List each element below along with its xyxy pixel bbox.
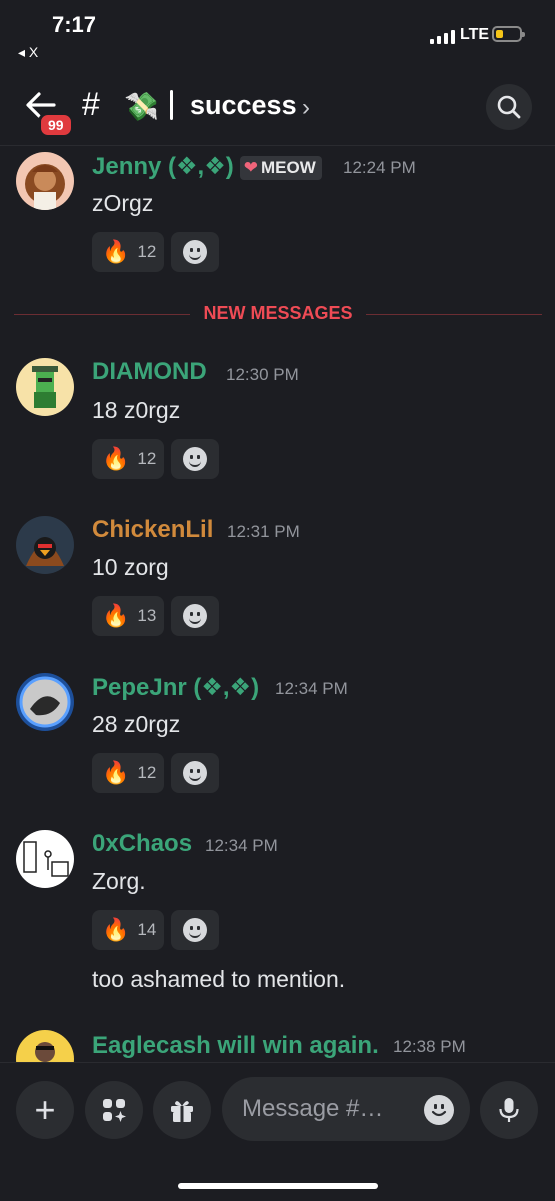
message-input[interactable]: Message #… (222, 1077, 470, 1141)
chevron-right-icon[interactable]: › (302, 94, 310, 122)
attach-button[interactable]: + (16, 1081, 74, 1139)
money-with-wings-icon: 💸 (124, 91, 159, 122)
timestamp: 12:24 PM (343, 158, 416, 177)
reaction-fire[interactable]: 🔥 12 (92, 232, 164, 272)
timestamp: 12:34 PM (275, 679, 348, 698)
avatar[interactable] (16, 673, 74, 731)
channel-title[interactable]: success (190, 90, 297, 121)
unread-badge: 99 (38, 112, 74, 138)
role-tag: ❤ MEOW (239, 155, 322, 180)
fire-icon: 🔥 (102, 760, 130, 785)
smiley-icon (183, 604, 207, 628)
composer-bar: + Message #… (0, 1062, 555, 1201)
message-text: 28 z0rgz (92, 711, 181, 737)
add-reaction-button[interactable] (171, 753, 219, 793)
gift-button[interactable] (153, 1081, 211, 1139)
smiley-icon (183, 918, 207, 942)
smiley-icon (183, 761, 207, 785)
avatar[interactable] (16, 152, 74, 210)
voice-button[interactable] (480, 1081, 538, 1139)
microphone-icon (499, 1098, 519, 1122)
gift-icon (171, 1101, 193, 1122)
title-separator (170, 90, 173, 120)
reaction-count: 12 (137, 242, 157, 261)
add-reaction-button[interactable] (171, 910, 219, 950)
emoji-button[interactable] (424, 1095, 454, 1125)
reaction-fire[interactable]: 🔥 13 (92, 596, 164, 636)
heart-icon: ❤ (243, 157, 258, 177)
battery-icon (492, 26, 525, 42)
message-input-placeholder: Message #… (242, 1095, 384, 1122)
add-reaction-button[interactable] (171, 232, 219, 272)
clock: 7:17 (52, 12, 97, 37)
smiley-icon (183, 240, 207, 264)
message-text: 10 zorg (92, 554, 169, 580)
timestamp: 12:38 PM (393, 1037, 466, 1056)
smiley-icon (183, 447, 207, 471)
status-bar: 7:17 ◂ X LTE (0, 0, 555, 70)
plus-icon: + (34, 1089, 56, 1130)
username[interactable]: ChickenLil (92, 516, 213, 544)
signal-icon (430, 28, 455, 44)
search-icon (497, 95, 521, 119)
fire-icon: 🔥 (102, 917, 130, 942)
message-text: 18 z0rgz (92, 397, 181, 423)
search-button[interactable] (486, 84, 532, 130)
username[interactable]: Eaglecash will win again. (92, 1032, 379, 1060)
timestamp: 12:34 PM (205, 836, 278, 855)
back-to-app-link[interactable]: ◂ X (18, 44, 38, 61)
add-reaction-button[interactable] (171, 596, 219, 636)
username[interactable]: DIAMOND (92, 358, 207, 386)
fire-icon: 🔥 (102, 446, 130, 471)
reaction-count: 12 (137, 449, 157, 468)
smiley-icon (431, 1104, 447, 1117)
reaction-count: 14 (137, 920, 157, 939)
avatar[interactable] (16, 830, 74, 888)
avatar[interactable] (16, 516, 74, 574)
message-text: zOrgz (92, 190, 154, 216)
message-text-followup: too ashamed to mention. (92, 966, 346, 992)
new-messages-label: NEW MESSAGES (190, 303, 366, 324)
reaction-count: 13 (137, 606, 157, 625)
channel-header: 99 # 💸 success › (0, 76, 555, 140)
username[interactable]: Jenny (❖,❖) ❤ MEOW (92, 152, 322, 181)
username-text[interactable]: Jenny (❖,❖) (92, 153, 234, 180)
avatar[interactable] (16, 358, 74, 416)
reaction-fire[interactable]: 🔥 14 (92, 910, 164, 950)
reaction-count: 12 (137, 763, 157, 782)
fire-icon: 🔥 (102, 239, 130, 264)
apps-button[interactable] (85, 1081, 143, 1139)
sparkles-icon (103, 1099, 126, 1122)
home-indicator[interactable] (178, 1183, 378, 1189)
hash-icon: # (82, 86, 100, 122)
reaction-fire[interactable]: 🔥 12 (92, 753, 164, 793)
username[interactable]: 0xChaos (92, 830, 192, 858)
message-text: Zorg. (92, 868, 146, 894)
reaction-fire[interactable]: 🔥 12 (92, 439, 164, 479)
username[interactable]: PepeJnr (❖,❖) (92, 673, 259, 702)
add-reaction-button[interactable] (171, 439, 219, 479)
timestamp: 12:30 PM (226, 365, 299, 384)
network-label: LTE (460, 26, 490, 43)
role-tag-label: MEOW (260, 157, 316, 177)
fire-icon: 🔥 (102, 603, 130, 628)
header-divider (0, 145, 555, 146)
timestamp: 12:31 PM (227, 522, 300, 541)
